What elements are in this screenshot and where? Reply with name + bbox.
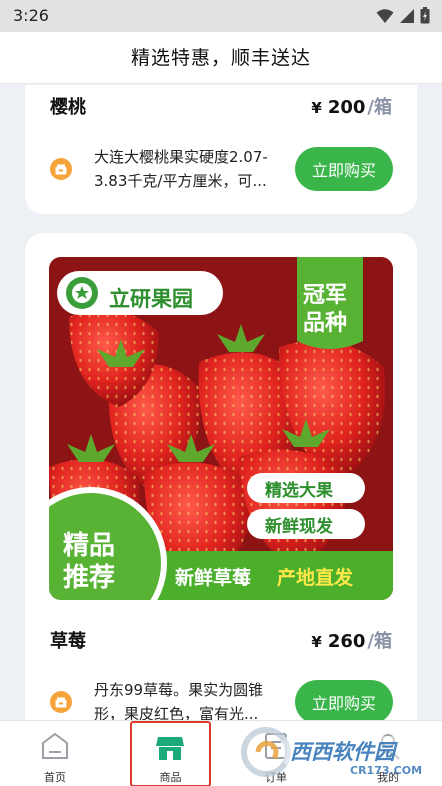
- price-unit: /箱: [367, 631, 392, 652]
- product-info-row: 大连大樱桃果实硬度2.07-3.83千克/平方厘米，可... 立即购买: [50, 145, 393, 193]
- product-card-strawberry[interactable]: 立研果园 冠军 品种 精选大果 新鲜现发 精品 推荐 新鲜草莓 产地直发 草莓 …: [25, 233, 417, 720]
- price-value: 200: [327, 97, 366, 118]
- product-name: 樱桃: [50, 97, 86, 118]
- buy-now-button[interactable]: 立即购买: [295, 147, 393, 191]
- price-unit: /箱: [367, 97, 392, 118]
- status-icons: [376, 7, 430, 24]
- watermark-site-name: 西西软件园: [290, 740, 395, 764]
- product-price: ¥200/箱: [311, 93, 392, 119]
- tab-home[interactable]: 首页: [15, 721, 95, 786]
- product-card-cherry[interactable]: 樱桃 ¥200/箱 大连大樱桃果实硬度2.07-3.83千克/平方厘米，可...…: [25, 85, 417, 214]
- product-description: 丹东99草莓。果实为圆锥形，果皮红色，富有光...: [94, 681, 264, 720]
- home-icon: [42, 732, 68, 759]
- status-bar: 3:26: [0, 0, 442, 32]
- currency-symbol: ¥: [311, 633, 322, 651]
- wifi-icon: [376, 8, 394, 23]
- shop-icon: [50, 691, 72, 713]
- product-price: ¥260/箱: [311, 627, 392, 653]
- tab-label: 商品: [159, 771, 182, 784]
- banner-tag-fresh-ship: 新鲜现发: [265, 517, 333, 537]
- banner-tag-big-fruit: 精选大果: [265, 481, 333, 501]
- watermark-domain: CR173.COM: [350, 764, 423, 777]
- product-header: 草莓 ¥260/箱: [50, 627, 392, 653]
- product-info-row: 丹东99草莓。果实为圆锥形，果皮红色，富有光... 立即购买: [50, 678, 393, 720]
- champion-badge-line2: 品种: [303, 311, 348, 336]
- app-header: 精选特惠，顺丰送达: [0, 32, 442, 84]
- tab-label: 首页: [44, 771, 66, 784]
- shop-icon: [50, 158, 72, 180]
- signal-icon: [400, 8, 414, 23]
- banner-footer-origin: 产地直发: [277, 567, 354, 589]
- banner-footer-fresh: 新鲜草莓: [175, 567, 252, 589]
- buy-now-button[interactable]: 立即购买: [295, 680, 393, 720]
- tab-products[interactable]: 商品: [130, 721, 211, 786]
- page-title: 精选特惠，顺丰送达: [130, 47, 311, 69]
- product-header: 樱桃 ¥200/箱: [50, 93, 392, 119]
- product-name: 草莓: [50, 631, 86, 652]
- status-time: 3:26: [13, 6, 49, 25]
- product-description: 大连大樱桃果实硬度2.07-3.83千克/平方厘米，可...: [94, 148, 268, 190]
- battery-icon: [420, 7, 430, 24]
- shop-icon: [156, 737, 184, 760]
- site-watermark: 西西软件园 CR173.COM: [238, 722, 442, 786]
- currency-symbol: ¥: [311, 99, 322, 117]
- price-value: 260: [327, 631, 366, 652]
- banner-corner-line2: 推荐: [63, 563, 116, 593]
- product-banner-image[interactable]: 立研果园 冠军 品种 精选大果 新鲜现发 精品 推荐 新鲜草莓 产地直发: [49, 257, 393, 600]
- product-feed[interactable]: 樱桃 ¥200/箱 大连大樱桃果实硬度2.07-3.83千克/平方厘米，可...…: [0, 85, 442, 720]
- banner-brand-name: 立研果园: [109, 287, 193, 311]
